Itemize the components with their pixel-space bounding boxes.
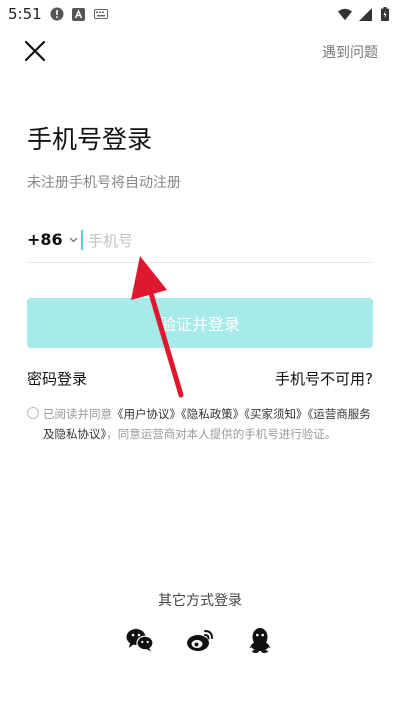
password-login-link[interactable]: 密码登录	[27, 368, 87, 389]
qq-icon	[249, 628, 271, 653]
qq-login-button[interactable]	[245, 625, 275, 655]
verify-login-button[interactable]: 验证并登录	[27, 298, 373, 348]
page-title: 手机号登录	[27, 125, 153, 154]
other-login-title: 其它方式登录	[158, 593, 242, 609]
help-link[interactable]: 遇到问题	[322, 42, 378, 62]
chevron-down-icon	[69, 237, 78, 242]
country-code-selector[interactable]: +86	[27, 230, 78, 249]
text-cursor	[81, 230, 83, 250]
close-icon	[24, 40, 46, 62]
agreement-prefix: 已阅读并同意	[43, 407, 112, 421]
agreement-text: 已阅读并同意《用户协议》《隐私政策》《买家须知》《运营商服务及隐私协议》，同意运…	[27, 404, 375, 444]
social-login-row	[0, 625, 400, 655]
signal-icon	[358, 7, 372, 21]
phone-unavailable-link[interactable]: 手机号不可用?	[275, 368, 373, 389]
weibo-icon	[187, 630, 213, 651]
user-agreement-link[interactable]: 《用户协议》	[112, 407, 181, 421]
close-button[interactable]	[22, 38, 48, 64]
weibo-login-button[interactable]	[185, 625, 215, 655]
agreement-suffix: ，同意运营商对本人提供的手机号进行验证。	[106, 427, 337, 441]
status-bar: 5:51	[0, 0, 400, 28]
status-time: 5:51	[8, 5, 42, 23]
battery-icon	[378, 7, 392, 21]
buyer-notice-link[interactable]: 《买家须知》	[244, 407, 307, 421]
country-code: +86	[27, 230, 63, 249]
page-subtitle: 未注册手机号将自动注册	[27, 175, 181, 191]
phone-number-row: +86	[27, 226, 373, 263]
agreement-checkbox[interactable]	[27, 407, 39, 419]
wechat-icon	[126, 629, 154, 652]
agreement-section: 已阅读并同意《用户协议》《隐私政策》《买家须知》《运营商服务及隐私协议》，同意运…	[27, 404, 375, 444]
alert-icon	[50, 7, 64, 21]
keyboard-icon	[93, 7, 108, 21]
privacy-policy-link[interactable]: 《隐私政策》	[181, 407, 244, 421]
wifi-icon	[338, 7, 352, 21]
phone-input[interactable]	[86, 228, 370, 254]
app-notification-icon	[72, 7, 86, 21]
wechat-login-button[interactable]	[125, 625, 155, 655]
